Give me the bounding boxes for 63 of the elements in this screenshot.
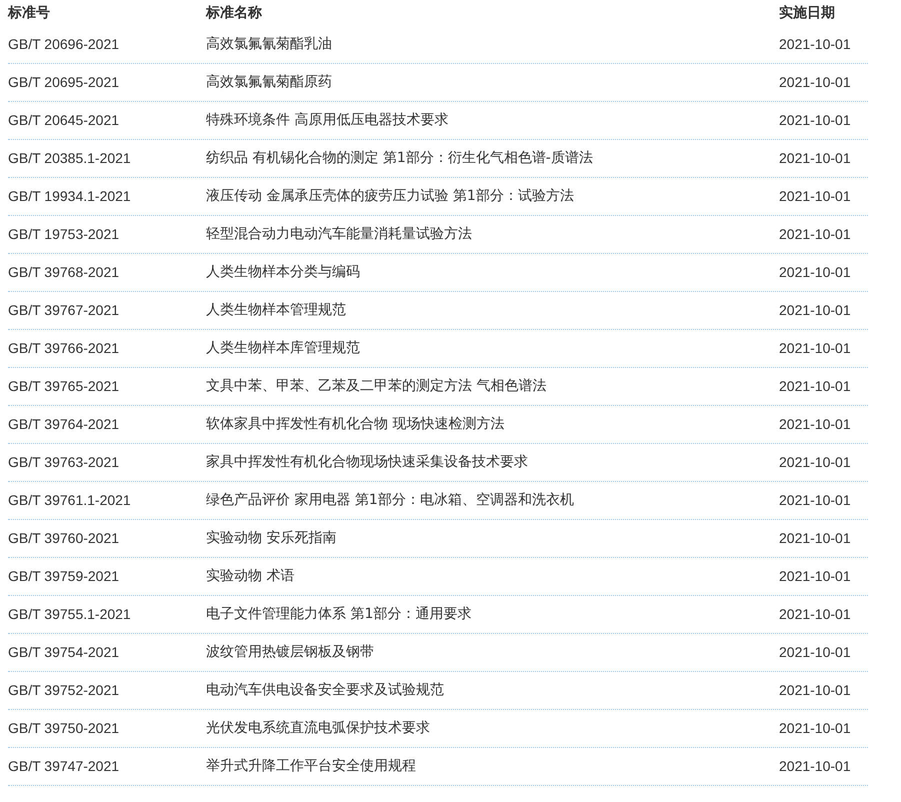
column-header: 实施日期	[779, 4, 836, 22]
table-cell-text: 人类生物样本库管理规范	[206, 339, 360, 358]
table-cell-text: 人类生物样本分类与编码	[206, 263, 360, 282]
table-cell-text: 2021-10-01	[779, 491, 851, 510]
table-cell-text: 轻型混合动力电动汽车能量消耗量试验方法	[206, 225, 472, 244]
table-cell-text: 2021-10-01	[779, 529, 851, 548]
table-cell-text: GB/T 39765-2021	[8, 377, 120, 396]
table-cell-text: GB/T 39767-2021	[8, 301, 120, 320]
table-cell-text: 2021-10-01	[779, 225, 851, 244]
table-cell-text: GB/T 39752-2021	[8, 681, 120, 700]
table-cell-text: GB/T 39754-2021	[8, 643, 120, 662]
table-cell-text: 绿色产品评价 家用电器 第1部分：电冰箱、空调器和洗衣机	[206, 491, 574, 510]
table-cell-text: 2021-10-01	[779, 149, 851, 168]
table-cell-text: GB/T 20696-2021	[8, 35, 120, 54]
table-cell-text: 实验动物 术语	[206, 567, 294, 586]
table-cell-text: 2021-10-01	[779, 377, 851, 396]
table-cell-text: 纺织品 有机锡化合物的测定 第1部分：衍生化气相色谱-质谱法	[206, 149, 593, 168]
table-cell-text: 文具中苯、甲苯、乙苯及二甲苯的测定方法 气相色谱法	[206, 377, 546, 396]
table-cell-text: 2021-10-01	[779, 187, 851, 206]
table-cell-text: 家具中挥发性有机化合物现场快速采集设备技术要求	[206, 453, 528, 472]
table-cell-text: 举升式升降工作平台安全使用规程	[206, 757, 416, 776]
table-cell-text: GB/T 39747-2021	[8, 757, 120, 776]
table-cell-text: 2021-10-01	[779, 35, 851, 54]
table-cell-text: 波纹管用热镀层钢板及钢带	[206, 643, 374, 662]
table-cell-text: GB/T 39755.1-2021	[8, 605, 131, 624]
table-cell-text: 2021-10-01	[779, 757, 851, 776]
table-cell-text: GB/T 39766-2021	[8, 339, 120, 358]
table-cell-text: 2021-10-01	[779, 681, 851, 700]
table-cell-text: 2021-10-01	[779, 453, 851, 472]
table-cell-text: GB/T 20385.1-2021	[8, 149, 131, 168]
table-cell-text: GB/T 20695-2021	[8, 73, 120, 92]
table-cell-text: GB/T 39761.1-2021	[8, 491, 131, 510]
table-cell-text: 软体家具中挥发性有机化合物 现场快速检测方法	[206, 415, 504, 434]
table-cell-text: 光伏发电系统直流电弧保护技术要求	[206, 719, 430, 738]
column-header: 标准号	[8, 4, 51, 22]
table-cell-text: 2021-10-01	[779, 643, 851, 662]
table-cell-text: 2021-10-01	[779, 263, 851, 282]
table-cell-text: GB/T 39768-2021	[8, 263, 120, 282]
table-cell-text: 2021-10-01	[779, 605, 851, 624]
table-cell-text: 2021-10-01	[779, 339, 851, 358]
table-cell-text: GB/T 19934.1-2021	[8, 187, 131, 206]
table-cell-text: 高效氯氟氰菊酯原药	[206, 73, 332, 92]
table-cell-text: 2021-10-01	[779, 111, 851, 130]
table-cell-text: GB/T 39759-2021	[8, 567, 120, 586]
table-cell-text: GB/T 39760-2021	[8, 529, 120, 548]
table-cell-text: 液压传动 金属承压壳体的疲劳压力试验 第1部分：试验方法	[206, 187, 574, 206]
table-cell-text: GB/T 19753-2021	[8, 225, 120, 244]
table-cell-text: 高效氯氟氰菊酯乳油	[206, 35, 332, 54]
table-cell-text: 2021-10-01	[779, 301, 851, 320]
table-cell-text: 人类生物样本管理规范	[206, 301, 346, 320]
table-cell-text: 2021-10-01	[779, 567, 851, 586]
table-cell-text: 2021-10-01	[779, 719, 851, 738]
table-cell-text: GB/T 39764-2021	[8, 415, 120, 434]
column-header: 标准名称	[206, 4, 263, 22]
table-cell-text: 2021-10-01	[779, 73, 851, 92]
table-cell-text: GB/T 20645-2021	[8, 111, 120, 130]
table-cell-text: GB/T 39763-2021	[8, 453, 120, 472]
table-cell-text: 实验动物 安乐死指南	[206, 529, 336, 548]
table-cell-text: GB/T 39750-2021	[8, 719, 120, 738]
table-cell-text: 电动汽车供电设备安全要求及试验规范	[206, 681, 444, 700]
table-cell-text: 电子文件管理能力体系 第1部分：通用要求	[206, 605, 472, 624]
table-cell-text: 2021-10-01	[779, 415, 851, 434]
table-cell-text: 特殊环境条件 高原用低压电器技术要求	[206, 111, 448, 130]
